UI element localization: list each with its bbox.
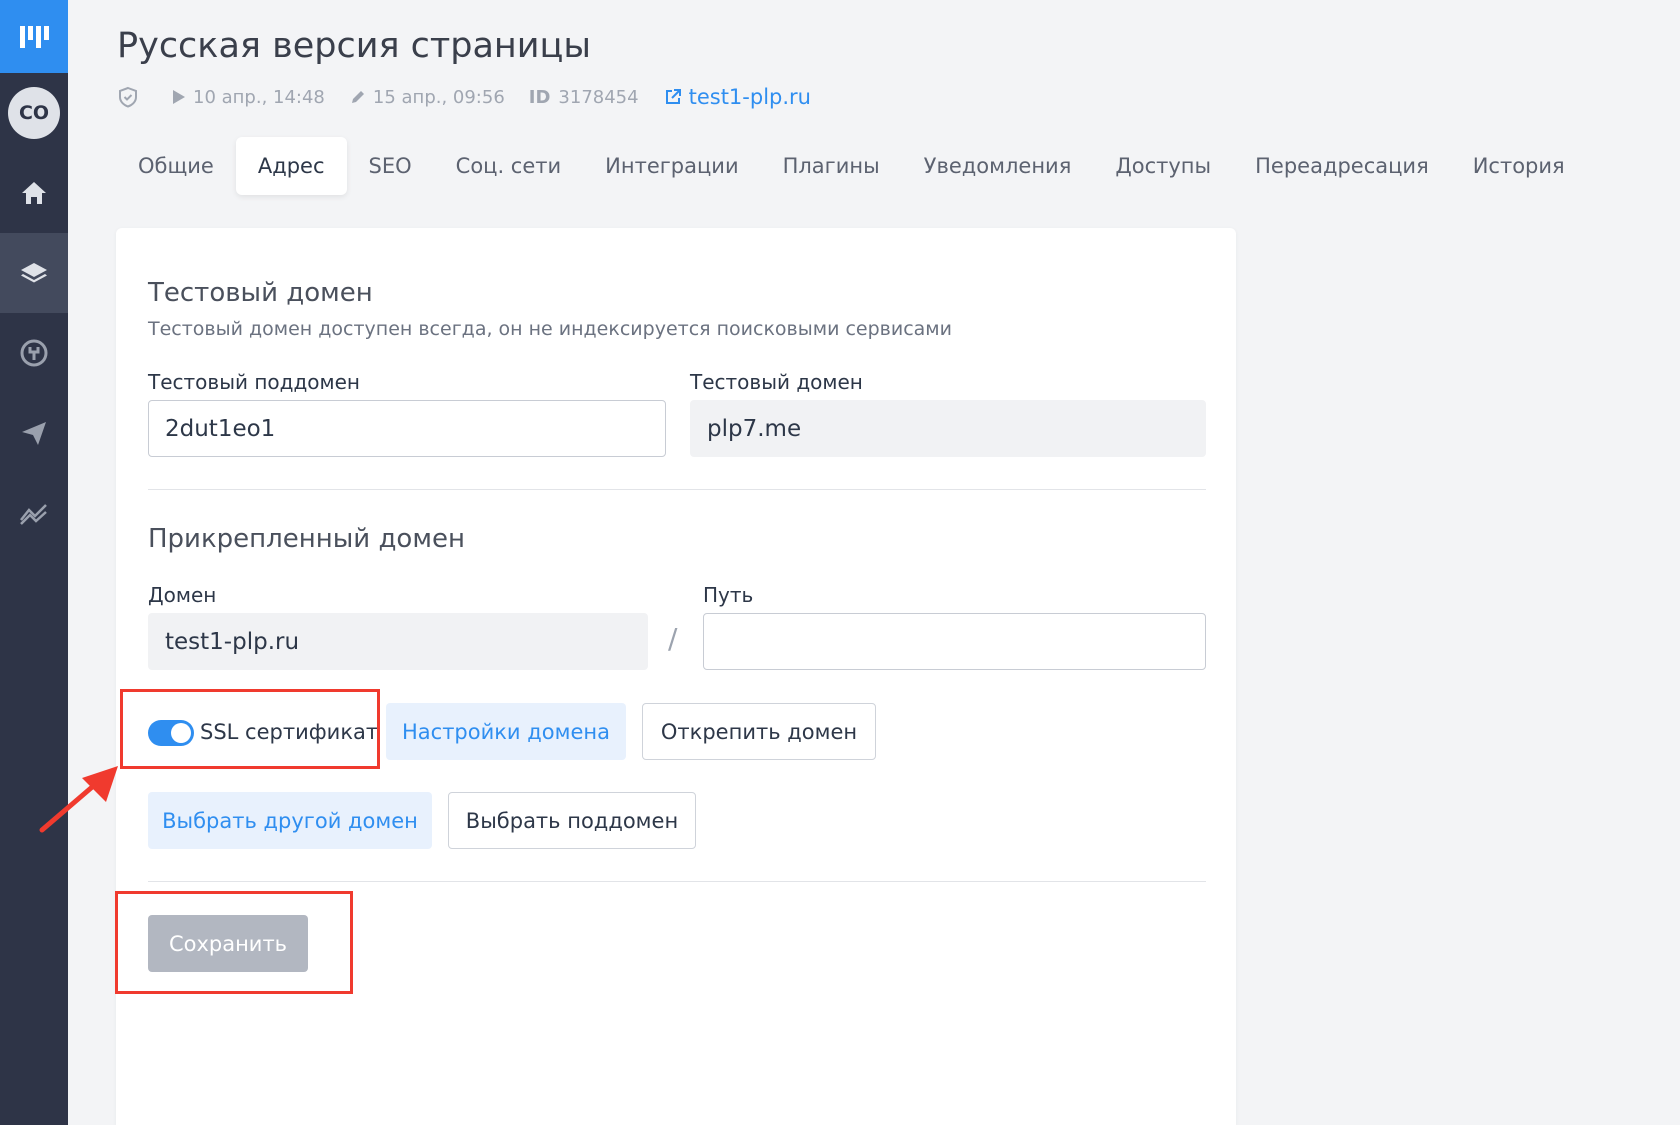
tab-plugins[interactable]: Плагины (761, 137, 902, 195)
edited-date-text: 15 апр., 09:56 (372, 86, 505, 108)
domain-field: test1-plp.ru (148, 613, 648, 670)
send-icon (22, 422, 46, 445)
domain-label: Домен (148, 583, 217, 607)
tab-address[interactable]: Адрес (235, 137, 347, 195)
tab-notifications[interactable]: Уведомления (902, 137, 1094, 195)
choose-subdomain-button[interactable]: Выбрать поддомен (448, 792, 696, 849)
analytics-icon (20, 504, 47, 525)
path-input[interactable] (703, 613, 1206, 670)
choose-other-domain-button[interactable]: Выбрать другой домен (148, 792, 432, 849)
play-icon (173, 90, 185, 104)
sidebar: CO (0, 0, 68, 1125)
layers-icon (21, 263, 47, 283)
sidebar-item-send[interactable] (0, 393, 68, 473)
external-link-icon (665, 89, 681, 104)
page-id-label: ID (528, 86, 551, 108)
avatar[interactable]: CO (8, 87, 60, 139)
domain-settings-button[interactable]: Настройки домена (386, 703, 626, 760)
tab-redirect[interactable]: Переадресация (1233, 137, 1451, 195)
shield-icon (119, 86, 137, 108)
security-status[interactable] (117, 86, 145, 108)
page-title: Русская версия страницы (117, 26, 592, 66)
published-date: 10 апр., 14:48 (169, 87, 325, 108)
settings-tabs: Общие Адрес SEO Соц. сети Интеграции Пла… (116, 137, 1587, 195)
page-id-value: 3178454 (558, 86, 639, 108)
ssl-highlight-box (120, 689, 380, 769)
home-icon (22, 182, 46, 204)
sidebar-item-pages[interactable] (0, 233, 68, 313)
sidebar-item-analytics[interactable] (0, 473, 68, 553)
app-logo[interactable] (0, 0, 68, 73)
page-id: ID 3178454 (529, 87, 639, 108)
pencil-icon (351, 91, 364, 103)
detach-domain-button[interactable]: Открепить домен (642, 703, 876, 760)
test-domain-description: Тестовый домен доступен всегда, он не ин… (148, 318, 952, 340)
tab-social[interactable]: Соц. сети (434, 137, 584, 195)
attached-domain-title: Прикрепленный домен (148, 524, 465, 554)
domain-link-text[interactable]: test1-plp.ru (689, 85, 811, 109)
published-date-text: 10 апр., 14:48 (193, 86, 325, 108)
test-subdomain-input[interactable]: 2dut1eo1 (148, 400, 666, 457)
tab-access[interactable]: Доступы (1093, 137, 1233, 195)
plug-icon (20, 339, 48, 367)
tab-history[interactable]: История (1451, 137, 1587, 195)
path-label: Путь (703, 583, 754, 607)
page-meta: 10 апр., 14:48 15 апр., 09:56 ID 3178454… (117, 82, 835, 112)
sidebar-item-home[interactable] (0, 153, 68, 233)
sidebar-item-integrations[interactable] (0, 313, 68, 393)
test-subdomain-label: Тестовый поддомен (148, 370, 361, 394)
tab-general[interactable]: Общие (116, 137, 236, 195)
section-divider (148, 489, 1206, 490)
tab-integrations[interactable]: Интеграции (583, 137, 760, 195)
section-divider (148, 881, 1206, 882)
test-domain-field: plp7.me (690, 400, 1206, 457)
edited-date: 15 апр., 09:56 (349, 87, 505, 108)
annotation-arrow (39, 766, 118, 833)
logo-icon (20, 25, 49, 48)
path-separator: / (668, 622, 678, 655)
tab-seo[interactable]: SEO (347, 137, 434, 195)
test-domain-title: Тестовый домен (148, 278, 373, 308)
test-domain-label: Тестовый домен (690, 370, 863, 394)
save-highlight-box (115, 891, 353, 994)
domain-link[interactable]: test1-plp.ru (663, 85, 811, 109)
